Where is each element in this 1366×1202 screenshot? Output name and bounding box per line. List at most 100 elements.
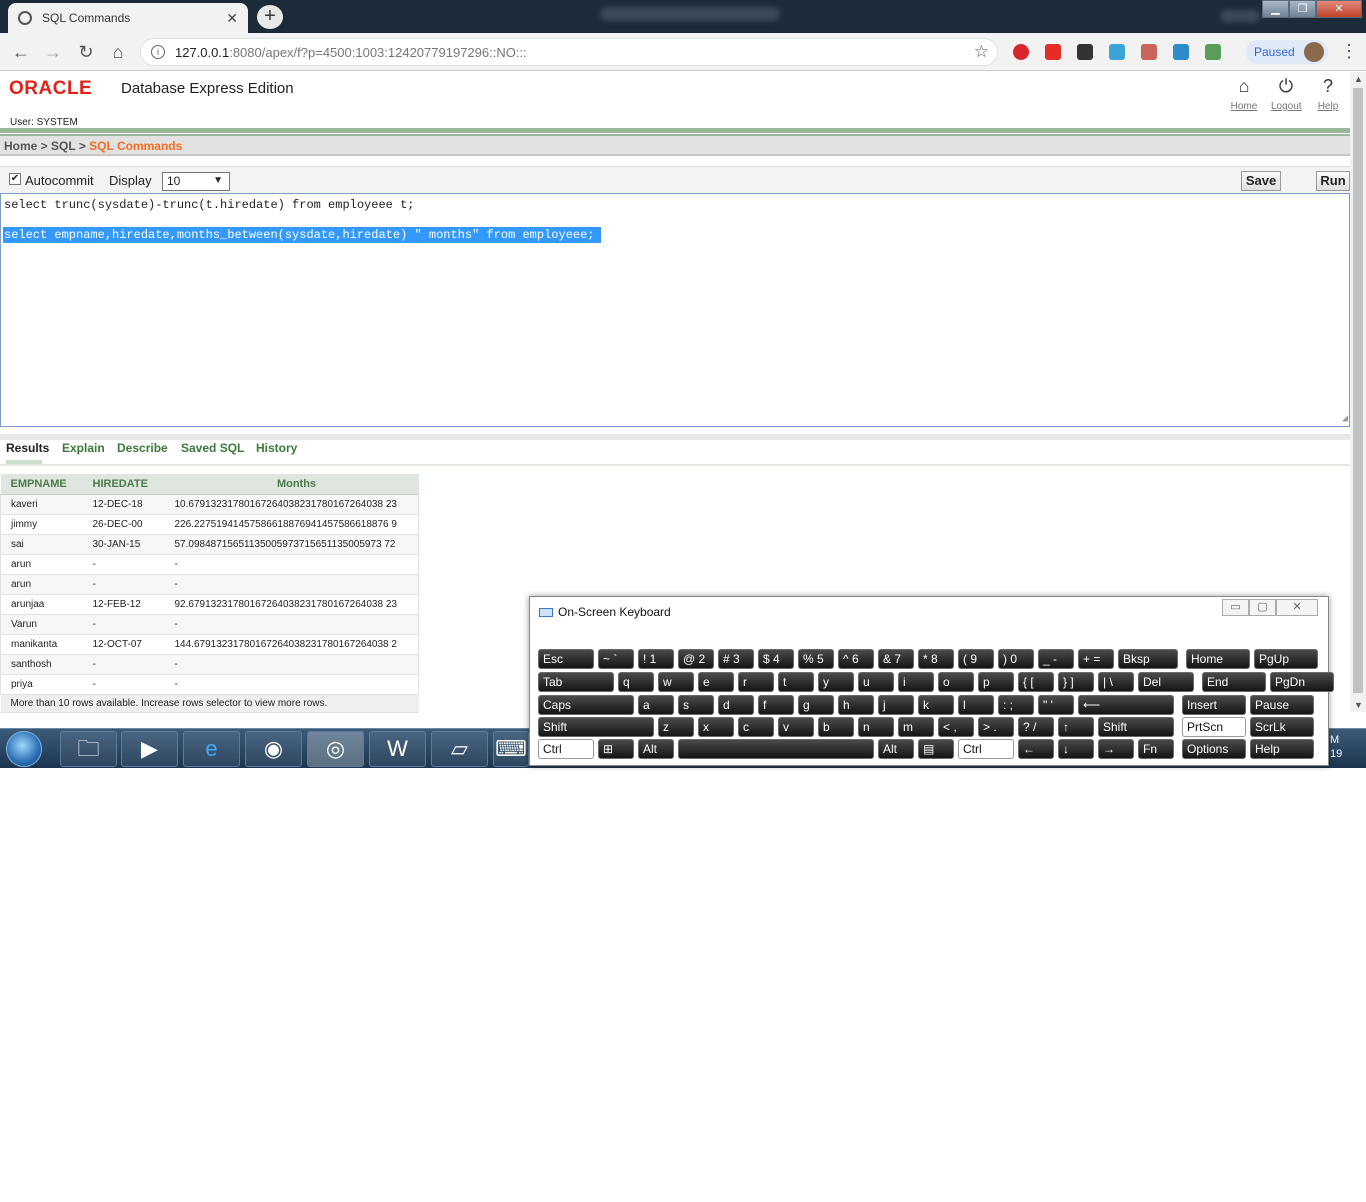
key[interactable]: u bbox=[858, 672, 894, 692]
key[interactable]: z bbox=[658, 717, 694, 737]
key[interactable]: w bbox=[658, 672, 694, 692]
key[interactable]: ↓ bbox=[1058, 739, 1094, 759]
key[interactable]: ( 9 bbox=[958, 649, 994, 669]
pdf-extension-icon[interactable] bbox=[1141, 44, 1157, 60]
menu-dots-icon[interactable]: ⋮ bbox=[1340, 41, 1358, 62]
key[interactable]: ↑ bbox=[1058, 717, 1094, 737]
save-button[interactable]: Save bbox=[1241, 171, 1281, 191]
key[interactable]: ) 0 bbox=[998, 649, 1034, 669]
key[interactable]: Tab bbox=[538, 672, 614, 692]
run-button[interactable]: Run bbox=[1316, 171, 1350, 191]
logout-link[interactable]: ⏻ Logout bbox=[1271, 76, 1302, 112]
media-player-icon[interactable]: ▶ bbox=[121, 731, 178, 767]
tab-results[interactable]: Results bbox=[6, 441, 49, 455]
file-explorer-icon[interactable]: 🗀 bbox=[60, 731, 117, 767]
key[interactable]: ScrLk bbox=[1250, 717, 1314, 737]
key[interactable]: Home bbox=[1186, 649, 1250, 669]
key[interactable]: o bbox=[938, 672, 974, 692]
home-icon[interactable]: ⌂ bbox=[107, 41, 129, 63]
key[interactable]: t bbox=[778, 672, 814, 692]
key[interactable]: ⟵ bbox=[1078, 695, 1174, 715]
key[interactable]: + = bbox=[1078, 649, 1114, 669]
browser-tab[interactable]: SQL Commands ✕ bbox=[8, 3, 248, 33]
pc-extension-icon[interactable] bbox=[1173, 44, 1189, 60]
key[interactable]: Shift bbox=[1098, 717, 1174, 737]
chromium-icon[interactable]: ◉ bbox=[245, 731, 302, 767]
key[interactable]: Options bbox=[1182, 739, 1246, 759]
autocommit-checkbox[interactable]: ✔ bbox=[9, 173, 21, 185]
key[interactable]: ← bbox=[1018, 739, 1054, 759]
close-window-icon[interactable]: ✕ bbox=[1276, 599, 1318, 616]
key[interactable]: k bbox=[918, 695, 954, 715]
chart-extension-icon[interactable] bbox=[1205, 44, 1221, 60]
key[interactable]: ⊞ bbox=[598, 739, 634, 759]
key[interactable]: # 3 bbox=[718, 649, 754, 669]
help-link[interactable]: ? Help bbox=[1313, 76, 1343, 112]
key[interactable]: g bbox=[798, 695, 834, 715]
key[interactable] bbox=[678, 739, 874, 759]
key[interactable]: b bbox=[818, 717, 854, 737]
key[interactable]: Fn bbox=[1138, 739, 1174, 759]
keyboard-app-icon[interactable]: ⌨ bbox=[493, 731, 529, 767]
close-tab-icon[interactable]: ✕ bbox=[226, 10, 238, 27]
key[interactable]: < , bbox=[938, 717, 974, 737]
sync-extension-icon[interactable] bbox=[1109, 44, 1125, 60]
breadcrumb-sql[interactable]: SQL bbox=[51, 139, 75, 153]
key[interactable]: " ' bbox=[1038, 695, 1074, 715]
key[interactable]: } ] bbox=[1058, 672, 1094, 692]
key[interactable]: → bbox=[1098, 739, 1134, 759]
breadcrumb-home[interactable]: Home bbox=[4, 139, 37, 153]
forward-icon[interactable]: → bbox=[42, 41, 64, 63]
key[interactable]: h bbox=[838, 695, 874, 715]
key[interactable]: y bbox=[818, 672, 854, 692]
key[interactable]: Ctrl bbox=[958, 739, 1014, 759]
word-icon[interactable]: W bbox=[369, 731, 426, 767]
home-link[interactable]: ⌂ Home bbox=[1229, 76, 1259, 112]
key[interactable]: End bbox=[1202, 672, 1266, 692]
key[interactable]: Insert bbox=[1182, 695, 1246, 715]
key[interactable]: Bksp bbox=[1118, 649, 1178, 669]
key[interactable]: { [ bbox=[1018, 672, 1054, 692]
start-button[interactable] bbox=[6, 731, 42, 767]
key[interactable]: ^ 6 bbox=[838, 649, 874, 669]
key[interactable]: Esc bbox=[538, 649, 594, 669]
key[interactable]: Pause bbox=[1250, 695, 1314, 715]
key[interactable]: Help bbox=[1250, 739, 1314, 759]
key[interactable]: i bbox=[898, 672, 934, 692]
minimize-icon[interactable]: ▁ bbox=[1262, 0, 1289, 18]
key[interactable]: * 8 bbox=[918, 649, 954, 669]
key[interactable]: | \ bbox=[1098, 672, 1134, 692]
key[interactable]: & 7 bbox=[878, 649, 914, 669]
key[interactable]: j bbox=[878, 695, 914, 715]
key[interactable]: ! 1 bbox=[638, 649, 674, 669]
checkbox-extension-icon[interactable] bbox=[1077, 44, 1093, 60]
page-scrollbar[interactable]: ▲ ▼ bbox=[1350, 72, 1366, 712]
close-window-icon[interactable]: ✕ bbox=[1316, 0, 1362, 18]
key[interactable]: Alt bbox=[878, 739, 914, 759]
key[interactable]: Ctrl bbox=[538, 739, 594, 759]
key[interactable]: l bbox=[958, 695, 994, 715]
tab-saved-sql[interactable]: Saved SQL bbox=[181, 441, 244, 455]
key[interactable]: ~ ` bbox=[598, 649, 634, 669]
key[interactable]: > . bbox=[978, 717, 1014, 737]
key[interactable]: _ - bbox=[1038, 649, 1074, 669]
minimize-icon[interactable]: ▭ bbox=[1222, 599, 1249, 616]
new-tab-button[interactable]: + bbox=[257, 5, 283, 29]
reload-icon[interactable]: ↻ bbox=[75, 41, 97, 63]
key[interactable]: PrtScn bbox=[1182, 717, 1246, 737]
key[interactable]: Caps bbox=[538, 695, 634, 715]
key[interactable]: p bbox=[978, 672, 1014, 692]
key[interactable]: c bbox=[738, 717, 774, 737]
bookmark-star-icon[interactable]: ☆ bbox=[974, 42, 989, 62]
key[interactable]: Del bbox=[1138, 672, 1194, 692]
maximize-icon[interactable]: ▢ bbox=[1249, 599, 1276, 616]
key[interactable]: x bbox=[698, 717, 734, 737]
notes-app-icon[interactable]: ▱ bbox=[431, 731, 488, 767]
key[interactable]: d bbox=[718, 695, 754, 715]
key[interactable]: $ 4 bbox=[758, 649, 794, 669]
key[interactable]: f bbox=[758, 695, 794, 715]
scrollbar-thumb[interactable] bbox=[1353, 88, 1363, 693]
info-icon[interactable]: i bbox=[151, 45, 165, 59]
key[interactable]: r bbox=[738, 672, 774, 692]
key[interactable]: Shift bbox=[538, 717, 654, 737]
